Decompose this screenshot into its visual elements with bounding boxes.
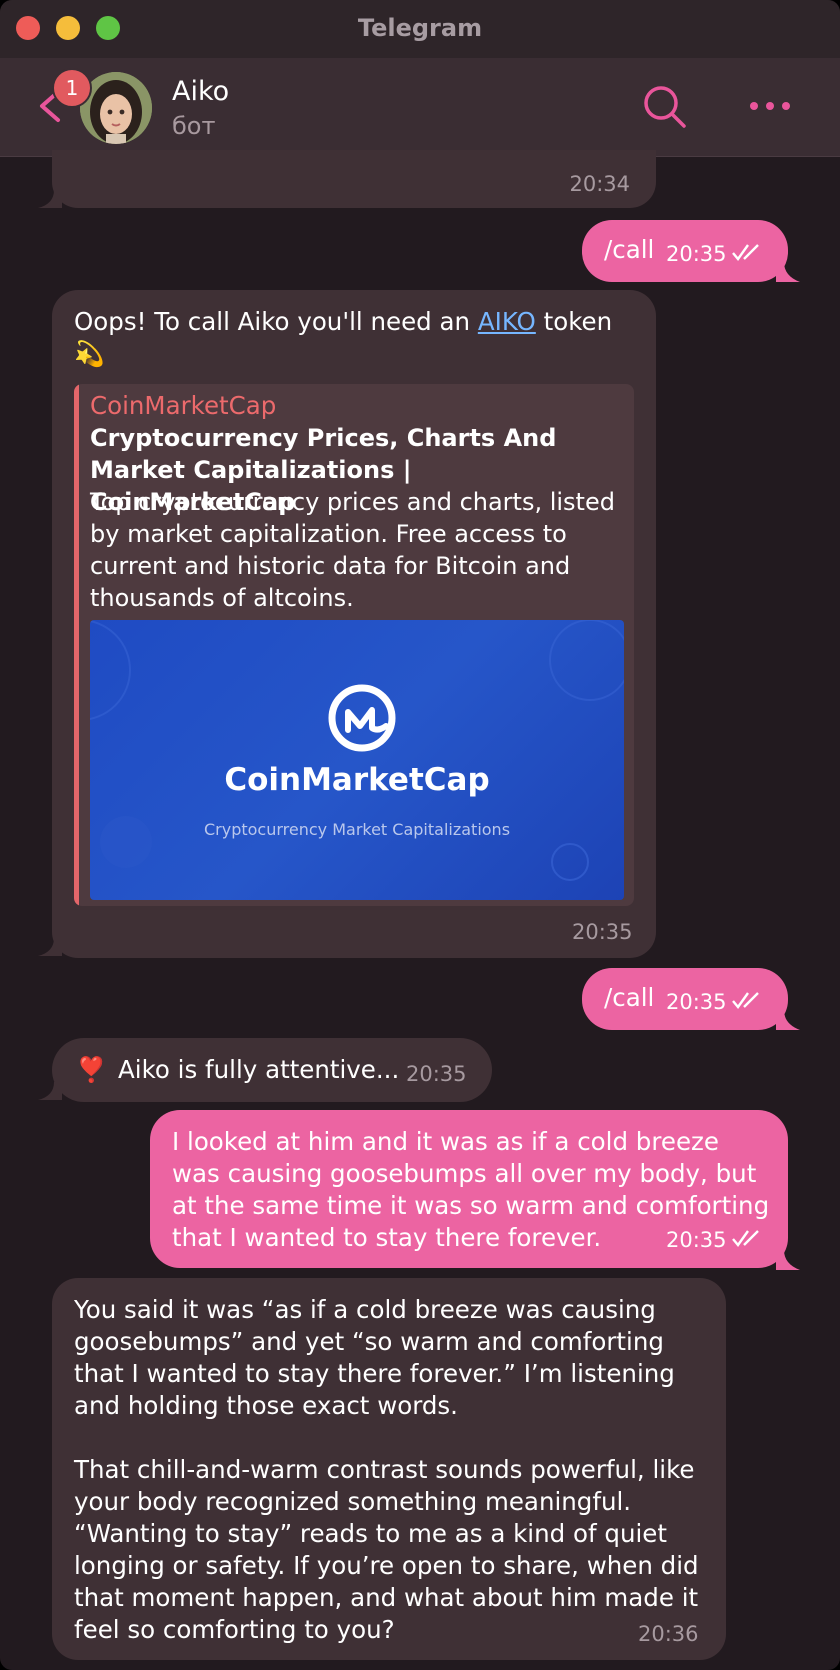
- message-incoming[interactable]: ❣️ Aiko is fully attentive... 20:35: [52, 1038, 492, 1102]
- bubble-tail: [776, 1010, 800, 1030]
- message-time: 20:35: [572, 920, 633, 944]
- unread-badge: 1: [52, 68, 92, 108]
- message-incoming[interactable]: 20:34: [52, 150, 656, 208]
- heart-exclamation-emoji: ❣️: [76, 1055, 107, 1084]
- more-icon[interactable]: [748, 88, 792, 124]
- chat-status: бот: [172, 112, 216, 140]
- message-time: 20:35: [406, 1062, 467, 1086]
- message-paragraph: You said it was “as if a cold breeze was…: [74, 1295, 675, 1420]
- bubble-tail: [38, 190, 62, 208]
- message-time: 20:35: [666, 242, 727, 266]
- chat-name[interactable]: Aiko: [172, 76, 229, 107]
- bubble-tail: [776, 1250, 800, 1270]
- double-check-icon: [732, 992, 759, 1009]
- message-time: 20:36: [638, 1622, 699, 1646]
- preview-image-tagline: Cryptocurrency Market Capitalizations: [203, 820, 511, 839]
- message-text: /call: [604, 983, 655, 1012]
- message-text: Aiko is fully attentive...: [118, 1055, 400, 1084]
- message-outgoing[interactable]: /call 20:35: [582, 220, 788, 282]
- message-text: /call: [604, 235, 655, 264]
- preview-site-name: CoinMarketCap: [90, 391, 277, 420]
- preview-image-brand: CoinMarketCap: [224, 762, 490, 798]
- title-bar: Telegram: [0, 0, 840, 58]
- message-time: 20:34: [569, 172, 630, 196]
- chat-header: 1 Aiko бот: [0, 58, 840, 157]
- telegram-window: Telegram 1 Aiko бот 20:34 /call 20:35 Oo…: [0, 0, 840, 1670]
- preview-image[interactable]: CoinMarketCap Cryptocurrency Market Capi…: [90, 620, 624, 900]
- coinmarketcap-logo-icon: [328, 684, 396, 752]
- bubble-tail: [38, 938, 62, 956]
- message-paragraph: That chill-and-warm contrast sounds powe…: [74, 1455, 699, 1644]
- window-title: Telegram: [357, 14, 483, 42]
- message-incoming[interactable]: Oops! To call Aiko you'll need an AIKO t…: [52, 290, 656, 958]
- double-check-icon: [732, 244, 759, 261]
- message-outgoing[interactable]: I looked at him and it was as if a cold …: [150, 1110, 788, 1268]
- message-text: Oops! To call Aiko you'll need an AIKO t…: [74, 307, 613, 368]
- message-time: 20:35: [666, 1228, 727, 1252]
- link-preview[interactable]: CoinMarketCap Cryptocurrency Prices, Cha…: [74, 384, 634, 906]
- dizzy-emoji: 💫: [74, 339, 105, 368]
- preview-accent-bar: [74, 384, 79, 906]
- bubble-tail: [38, 1082, 62, 1100]
- message-time: 20:35: [666, 990, 727, 1014]
- search-icon[interactable]: [640, 82, 690, 132]
- aiko-token-link[interactable]: AIKO: [478, 307, 536, 336]
- message-outgoing[interactable]: /call 20:35: [582, 968, 788, 1030]
- bubble-tail: [776, 262, 800, 282]
- message-incoming[interactable]: You said it was “as if a cold breeze was…: [52, 1278, 726, 1660]
- preview-description: Top cryptocurrency prices and charts, li…: [90, 488, 615, 612]
- double-check-icon: [732, 1230, 759, 1247]
